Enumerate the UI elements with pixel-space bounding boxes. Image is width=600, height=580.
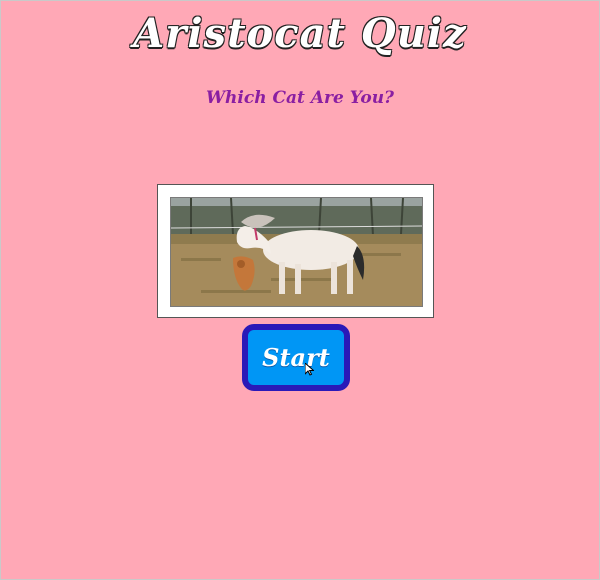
page-title: Aristocat Quiz [133,10,467,57]
hero-image-frame [157,184,434,318]
hero-image [170,197,423,307]
page-subtitle: Which Cat Are You? [205,88,395,108]
mouse-cursor-icon [305,363,314,376]
pony-photo-icon [171,198,422,306]
start-button[interactable]: Start [242,324,350,391]
